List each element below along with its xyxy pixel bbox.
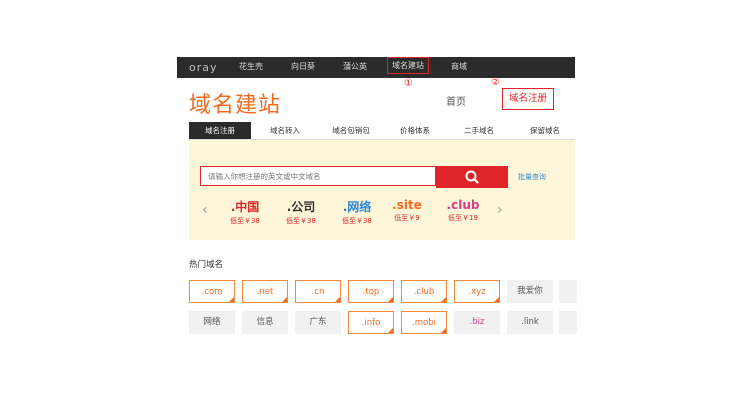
hot-domain-chip[interactable]: 网络 [189, 311, 235, 334]
bulk-search-link[interactable]: 批量查询 [518, 172, 546, 182]
hot-domain-chip[interactable]: .com [189, 280, 235, 303]
tld-price: 低至￥38 [286, 217, 316, 225]
tld-name: .网络 [342, 200, 372, 214]
nav-pugongying[interactable]: 蒲公英 [343, 61, 367, 72]
top-navbar: oray 花生壳 向日葵 蒲公英 域名建站 商域 [177, 57, 575, 78]
tld-name: .中国 [230, 200, 260, 214]
nav-huashengke[interactable]: 花生壳 [239, 61, 263, 72]
tld-name: .公司 [286, 200, 316, 214]
hot-domain-chip-partial[interactable] [559, 311, 577, 334]
tab-second-hand[interactable]: 二手域名 [451, 122, 507, 139]
domain-tabs: 域名注册 域名转入 域名包销包 价格体系 二手域名 保留域名 [189, 122, 575, 140]
page-brand-title: 域名建站 [189, 93, 282, 118]
domain-register-link[interactable]: 域名注册 [502, 88, 554, 110]
hot-domain-chip[interactable]: .mobi [401, 311, 447, 334]
carousel-prev-icon[interactable]: ‹ [202, 202, 208, 218]
nav-domain-site[interactable]: 域名建站 [387, 57, 429, 74]
hot-domain-chip[interactable]: .club [401, 280, 447, 303]
nav-xiangrikui[interactable]: 向日葵 [291, 61, 315, 72]
hot-domain-chip[interactable]: 我爱你 [507, 280, 553, 303]
domain-search-input[interactable]: 请输入你想注册的英文或中文域名 [200, 166, 436, 186]
annotation-marker-1: ① [404, 78, 413, 89]
tld-item-site[interactable]: .site 低至￥9 [382, 198, 432, 223]
tld-price: 低至￥38 [230, 217, 260, 225]
tld-price: 低至￥9 [394, 214, 420, 222]
tab-reserved-domain[interactable]: 保留域名 [515, 122, 575, 139]
hot-domain-chip[interactable]: .biz [454, 311, 500, 334]
tld-item-zhongguo[interactable]: .中国 低至￥38 [220, 198, 270, 226]
tld-item-wangluo[interactable]: .网络 低至￥38 [332, 198, 382, 226]
tab-domain-package[interactable]: 域名包销包 [319, 122, 383, 139]
hot-domain-chip-partial[interactable] [559, 280, 577, 303]
tld-name: .club [446, 198, 480, 212]
home-link[interactable]: 首页 [446, 93, 466, 108]
hot-domain-chip[interactable]: .top [348, 280, 394, 303]
annotation-marker-2: ② [491, 77, 500, 88]
tld-item-gongsi[interactable]: .公司 低至￥38 [276, 198, 326, 226]
hot-domains-title: 热门域名 [189, 260, 224, 270]
nav-shangyu[interactable]: 商域 [451, 61, 467, 72]
hot-domain-chip[interactable]: .xyz [454, 280, 500, 303]
tab-domain-transfer[interactable]: 域名转入 [255, 122, 315, 139]
hot-domain-chip[interactable]: .net [242, 280, 288, 303]
tab-domain-register[interactable]: 域名注册 [189, 122, 251, 139]
hot-domain-chip[interactable]: .cn [295, 280, 341, 303]
hot-domain-chip[interactable]: .link [507, 311, 553, 334]
tld-price: 低至￥38 [342, 217, 372, 225]
tld-item-club[interactable]: .club 低至￥19 [438, 198, 488, 223]
carousel-next-icon[interactable]: › [497, 202, 503, 218]
oray-logo[interactable]: oray [189, 61, 218, 74]
tld-price: 低至￥19 [448, 214, 478, 222]
tab-price-system[interactable]: 价格体系 [387, 122, 443, 139]
hot-domain-chip[interactable]: 信息 [242, 311, 288, 334]
tld-name: .site [392, 198, 422, 212]
hot-domain-chip[interactable]: .info [348, 311, 394, 334]
search-button[interactable] [436, 166, 508, 188]
hot-domain-chip[interactable]: 广东 [295, 311, 341, 334]
search-icon [465, 170, 479, 184]
